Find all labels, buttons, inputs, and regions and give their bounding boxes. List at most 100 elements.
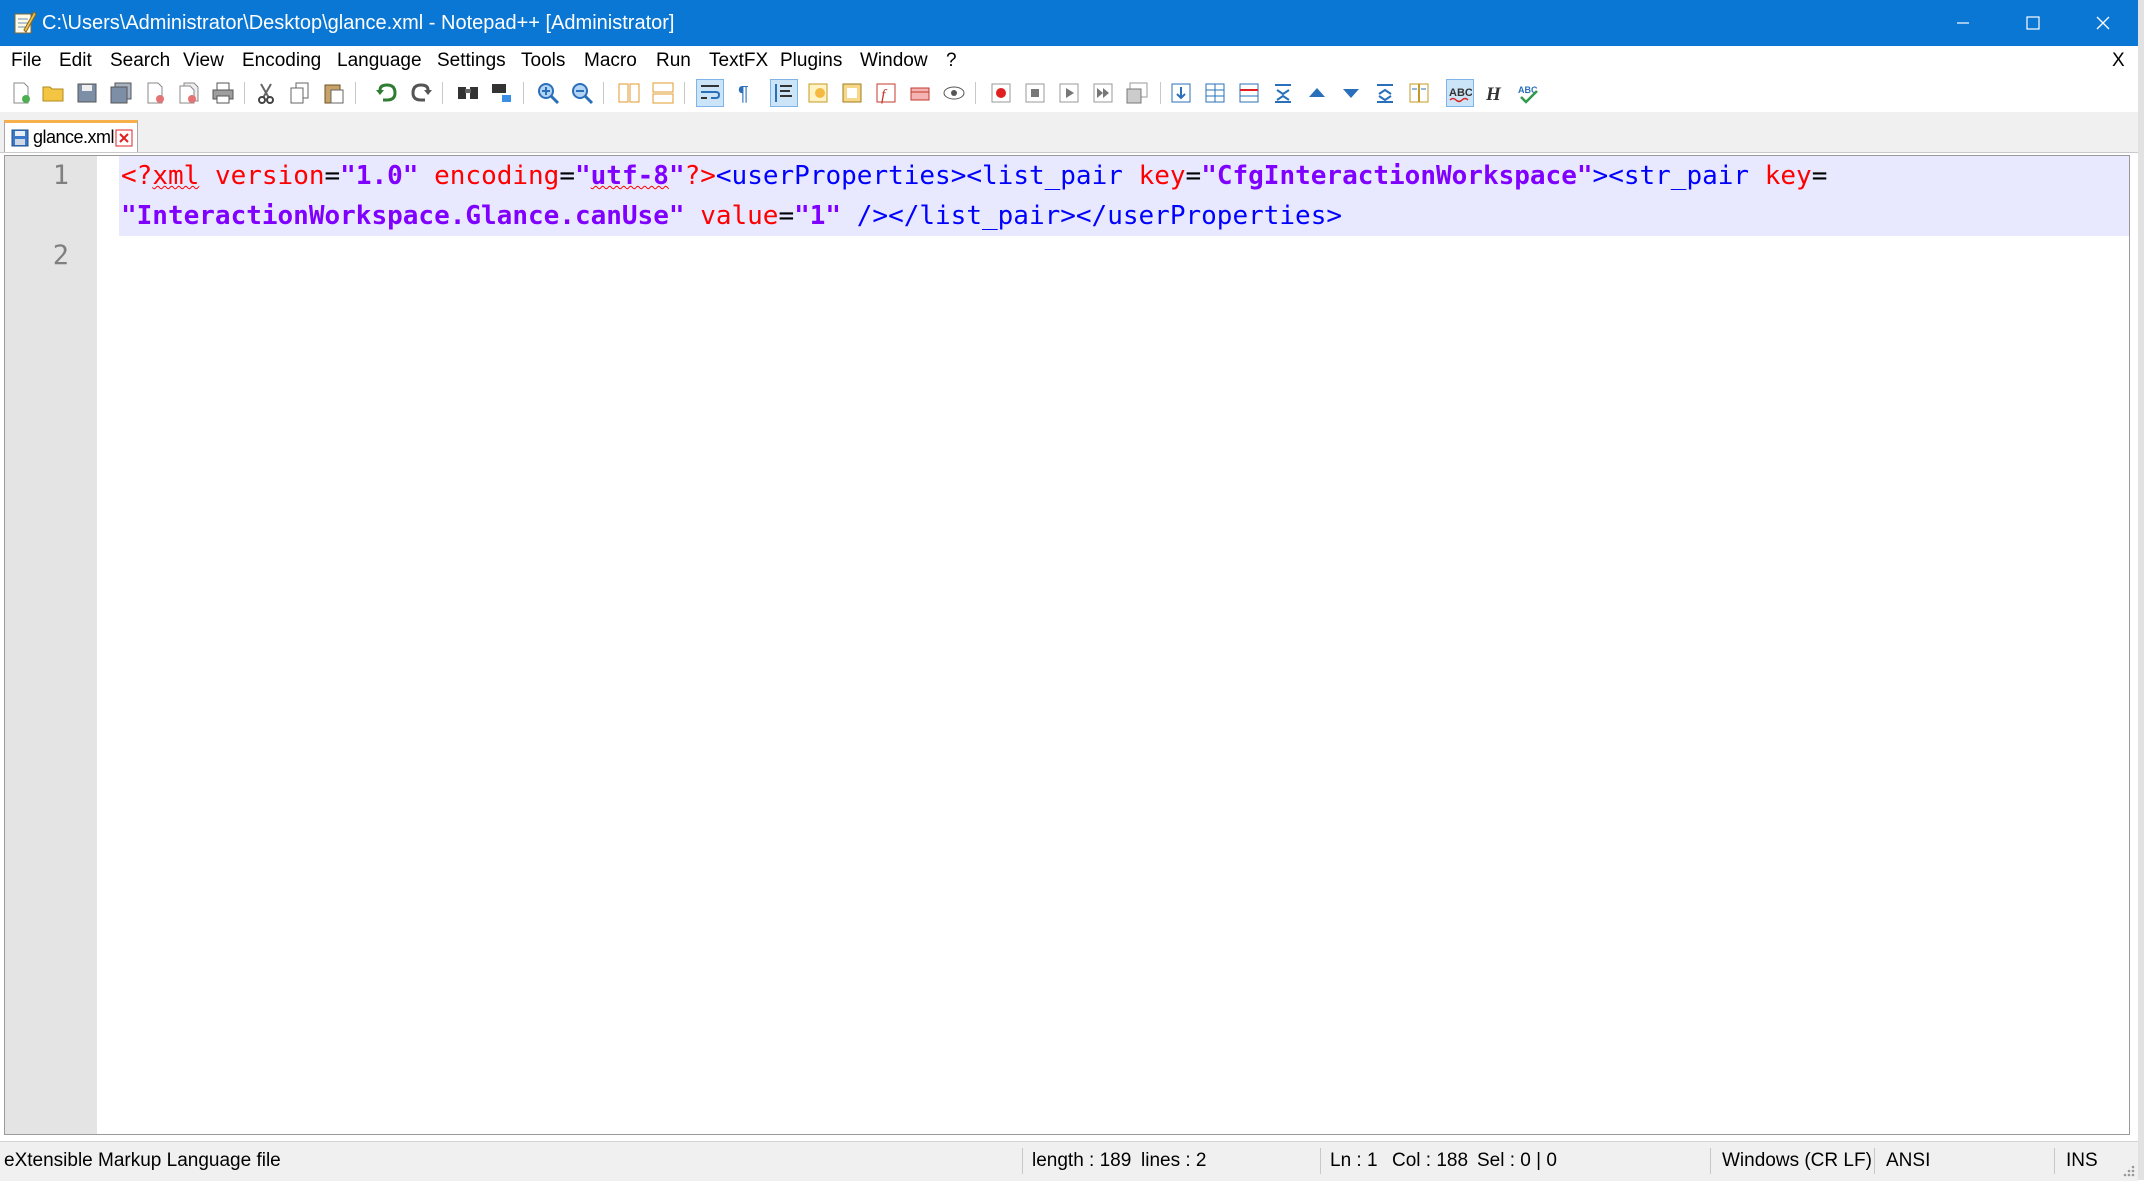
- menu-language[interactable]: Language: [337, 46, 422, 76]
- html-heading-button[interactable]: H: [1481, 80, 1507, 106]
- indent-guide-icon: [775, 84, 792, 102]
- save-macro-icon: [1126, 82, 1148, 104]
- close-file-button[interactable]: [142, 80, 168, 106]
- show-all-chars-icon: ¶: [738, 83, 749, 105]
- xml-token: ": [575, 161, 591, 191]
- word-wrap-button[interactable]: [696, 79, 724, 107]
- sync-horizontal-button[interactable]: [650, 80, 676, 106]
- textfx-table-button[interactable]: [1202, 80, 1228, 106]
- find-button[interactable]: [455, 80, 481, 106]
- menu-encoding[interactable]: Encoding: [242, 46, 321, 76]
- document-map-button[interactable]: [805, 80, 831, 106]
- play-macro-icon: [1059, 83, 1079, 103]
- show-all-chars-button[interactable]: ¶: [731, 80, 757, 106]
- status-divider: [1320, 1148, 1321, 1174]
- save-macro-button[interactable]: [1124, 80, 1150, 106]
- arrow-up-icon: [1309, 88, 1325, 97]
- tab-glance-xml[interactable]: glance.xml: [4, 120, 138, 152]
- run-macro-multiple-button[interactable]: [1090, 80, 1116, 106]
- stop-record-icon: [1025, 83, 1045, 103]
- save-button[interactable]: [74, 80, 100, 106]
- status-divider: [1710, 1148, 1711, 1174]
- menu-help[interactable]: ?: [946, 46, 957, 76]
- collapse-button[interactable]: [1270, 80, 1296, 106]
- new-file-button[interactable]: [8, 80, 34, 106]
- xml-token: <?: [121, 161, 153, 191]
- notepad-app-icon: [14, 11, 37, 34]
- title-bar[interactable]: C:\Users\Administrator\Desktop\glance.xm…: [0, 0, 2138, 46]
- menu-textfx[interactable]: TextFX: [709, 46, 768, 76]
- spellcheck-check-button[interactable]: ABC: [1515, 80, 1541, 106]
- notepadpp-app: C:\Users\Administrator\Desktop\glance.xm…: [0, 0, 2144, 1181]
- spellcheck-abc-button[interactable]: ABC: [1446, 79, 1474, 107]
- replace-button[interactable]: [489, 80, 515, 106]
- xml-token: ?>: [684, 161, 716, 191]
- xml-token: =: [1185, 161, 1202, 191]
- print-icon: [212, 82, 234, 104]
- monitoring-button[interactable]: [907, 80, 933, 106]
- line-number: 2: [52, 240, 69, 271]
- xml-token: =: [324, 161, 341, 191]
- xml-token: >: [1592, 161, 1609, 191]
- menu-window[interactable]: Window: [860, 46, 928, 76]
- function-list-button[interactable]: f: [873, 80, 899, 106]
- status-lines: lines : 2: [1141, 1150, 1207, 1171]
- open-file-button[interactable]: [40, 80, 66, 106]
- zoom-in-button[interactable]: [535, 80, 561, 106]
- code-editor[interactable]: 1 2 <?xml version="1.0" encoding="utf-8"…: [4, 155, 2130, 1135]
- folder-workspace-button[interactable]: [839, 80, 865, 106]
- menu-view[interactable]: View: [183, 46, 224, 76]
- menu-macro[interactable]: Macro: [584, 46, 637, 76]
- close-icon: [2096, 16, 2110, 30]
- close-all-button[interactable]: [176, 80, 202, 106]
- toolbar: ¶ f ABC H ABC: [0, 76, 2138, 110]
- close-all-icon: [179, 82, 199, 104]
- xml-token: <list_pair: [966, 161, 1123, 191]
- minimize-button[interactable]: [1928, 0, 1998, 46]
- move-down-button[interactable]: [1338, 80, 1364, 106]
- menu-edit[interactable]: Edit: [59, 46, 92, 76]
- redo-button[interactable]: [408, 80, 434, 106]
- preview-button[interactable]: [941, 80, 967, 106]
- close-window-button[interactable]: [2068, 0, 2138, 46]
- undo-button[interactable]: [374, 80, 400, 106]
- copy-button[interactable]: [287, 80, 313, 106]
- resize-grip-icon[interactable]: [2118, 1160, 2136, 1178]
- toolbar-separator: [1160, 82, 1161, 104]
- svg-text:H: H: [1485, 84, 1502, 105]
- xml-token: =: [1811, 161, 1828, 191]
- play-macro-button[interactable]: [1056, 80, 1082, 106]
- record-macro-button[interactable]: [988, 80, 1014, 106]
- print-button[interactable]: [210, 80, 236, 106]
- xml-token: key: [1138, 161, 1186, 191]
- menu-plugins[interactable]: Plugins: [780, 46, 842, 76]
- xml-token: />: [856, 201, 889, 231]
- move-up-button[interactable]: [1304, 80, 1330, 106]
- menu-search[interactable]: Search: [110, 46, 170, 76]
- collapse-icon: [1275, 84, 1291, 103]
- menu-run[interactable]: Run: [656, 46, 691, 76]
- menu-tools[interactable]: Tools: [521, 46, 565, 76]
- textfx-insert-button[interactable]: [1168, 80, 1194, 106]
- redo-icon: [411, 83, 432, 102]
- zoom-out-button[interactable]: [569, 80, 595, 106]
- xml-token: [418, 161, 434, 191]
- expand-button[interactable]: [1372, 80, 1398, 106]
- close-icon[interactable]: [115, 129, 133, 147]
- cut-button[interactable]: [253, 80, 279, 106]
- xml-token: utf-8: [590, 161, 669, 191]
- menu-settings[interactable]: Settings: [437, 46, 506, 76]
- notepadpp-window: C:\Users\Administrator\Desktop\glance.xm…: [0, 0, 2138, 1181]
- arrow-down-icon: [1343, 89, 1359, 98]
- columns-button[interactable]: [1406, 80, 1432, 106]
- sync-vertical-button[interactable]: [616, 80, 642, 106]
- line-number-gutter: 1 2: [5, 156, 97, 1134]
- stop-record-button[interactable]: [1022, 80, 1048, 106]
- textfx-table-red-button[interactable]: [1236, 80, 1262, 106]
- close-document-button[interactable]: X: [2112, 46, 2125, 76]
- maximize-button[interactable]: [1998, 0, 2068, 46]
- indent-guide-button[interactable]: [770, 79, 798, 107]
- menu-file[interactable]: File: [11, 46, 42, 76]
- paste-button[interactable]: [321, 80, 347, 106]
- save-all-button[interactable]: [108, 80, 134, 106]
